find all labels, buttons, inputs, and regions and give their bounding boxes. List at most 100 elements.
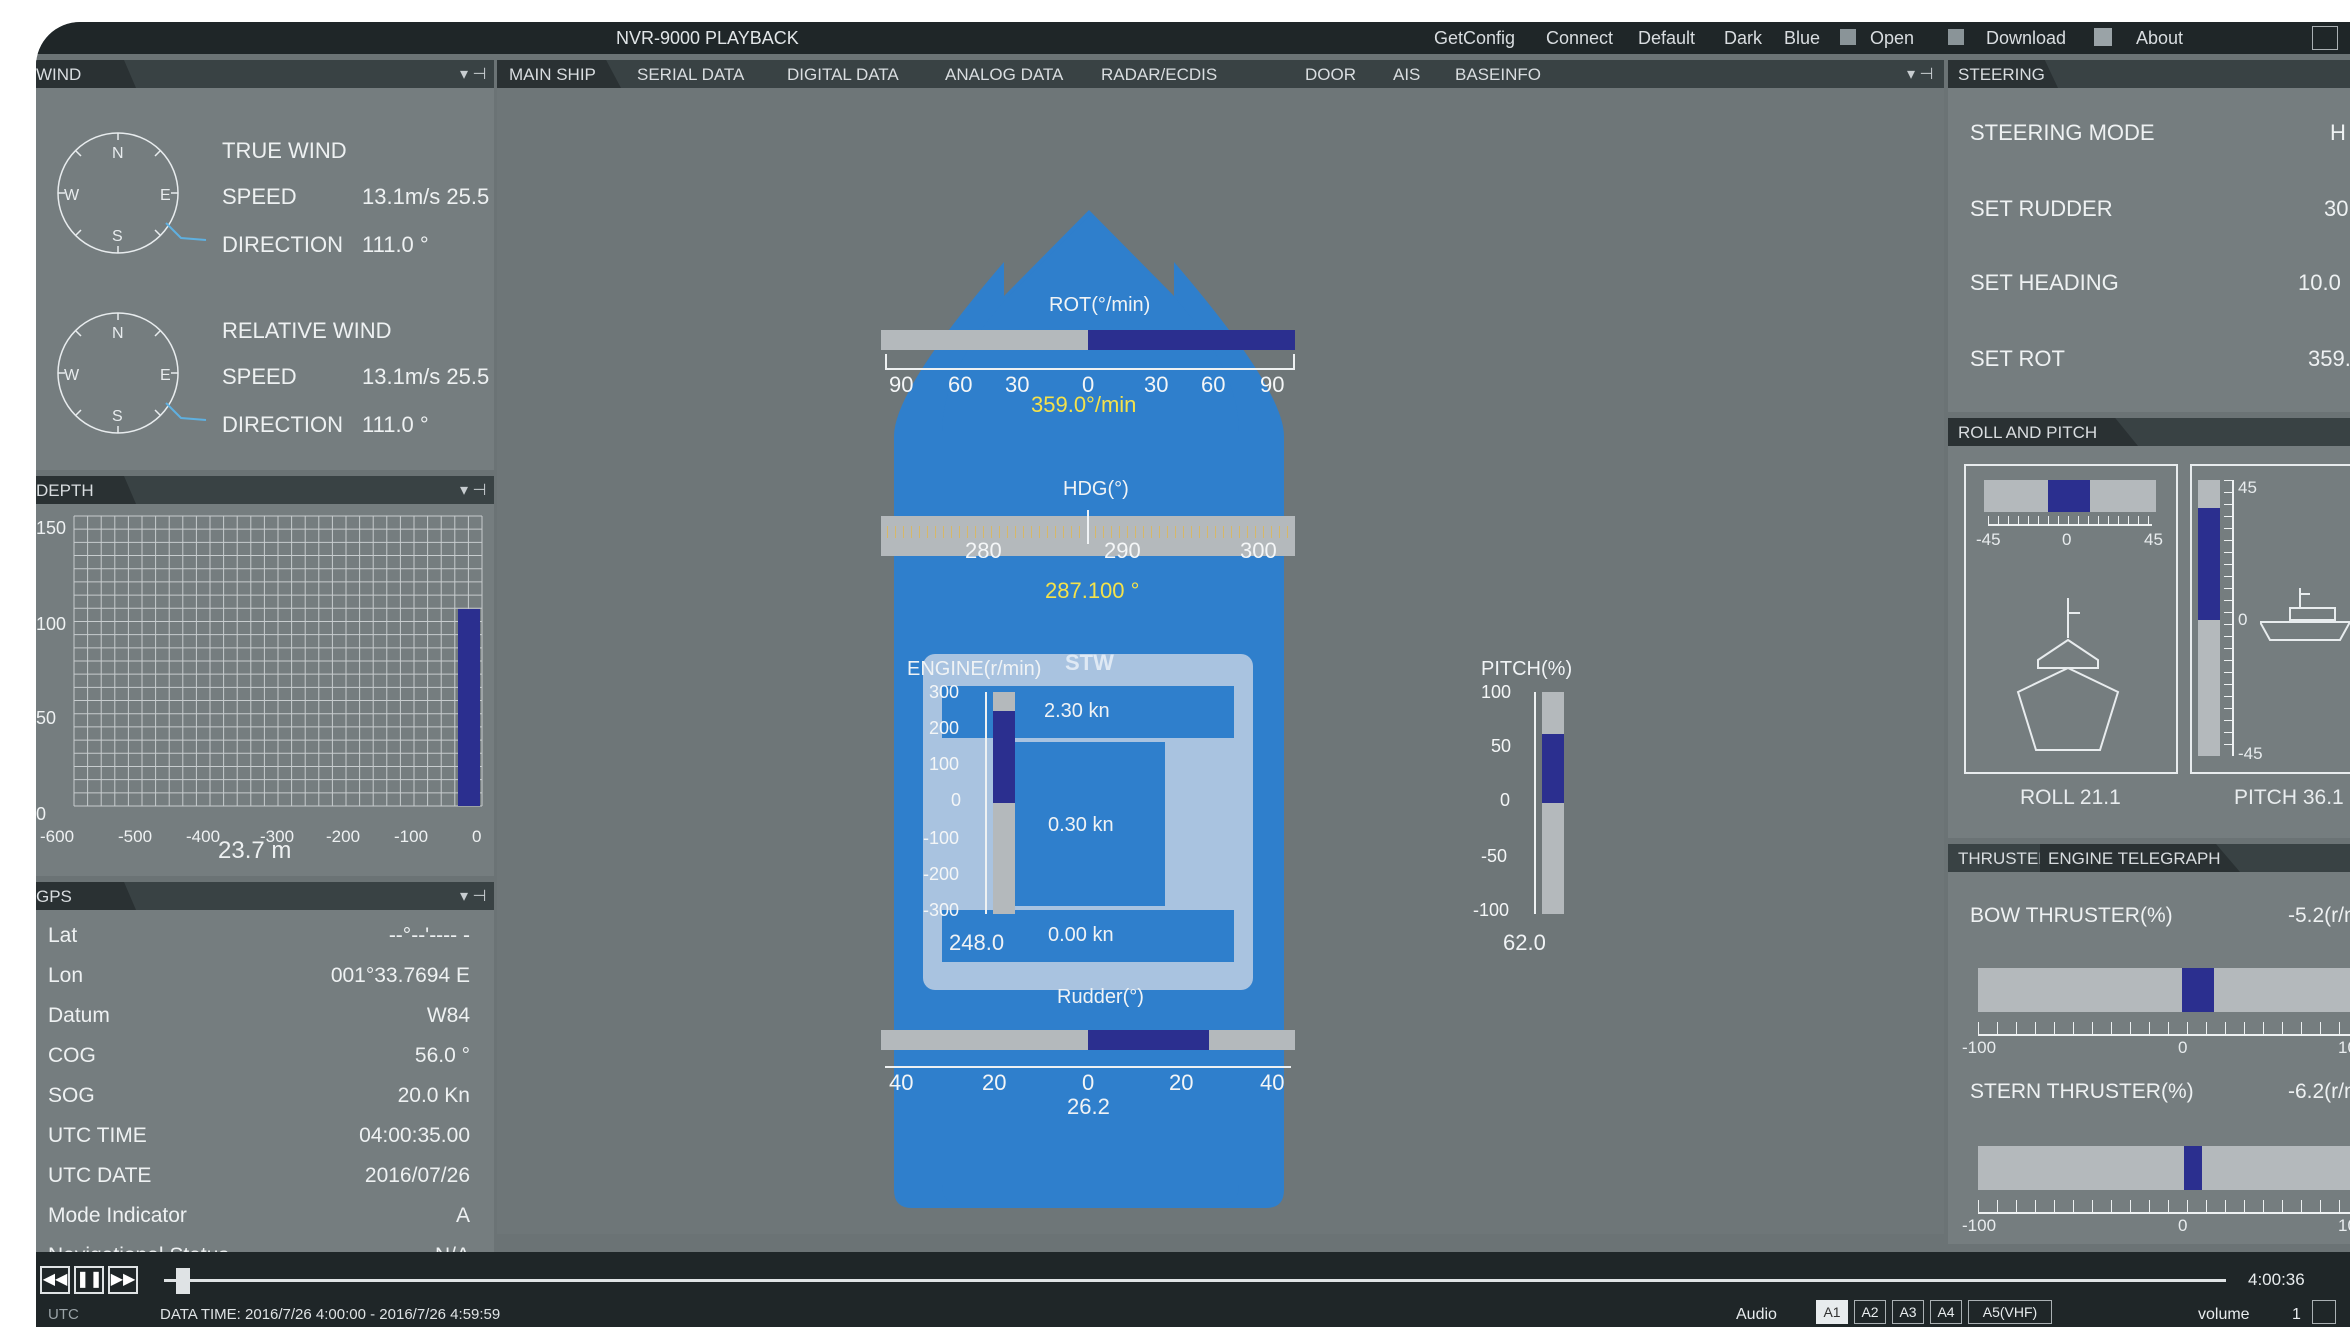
gps-row-value: 04:00:35.00 — [359, 1124, 470, 1147]
timeline-handle[interactable] — [176, 1268, 190, 1294]
gps-row-label: SOG — [48, 1084, 95, 1107]
pitch-tick: 0 — [1500, 790, 1511, 810]
pause-button[interactable]: ❚❚ — [74, 1266, 104, 1294]
engine-tick: 100 — [929, 754, 960, 774]
fast-forward-button[interactable]: ▶▶ — [108, 1266, 138, 1294]
stw-forward-value: 2.30 kn — [1044, 700, 1110, 722]
audio-channel-a1[interactable]: A1 — [1816, 1300, 1848, 1324]
depth-value: 23.7 m — [218, 837, 291, 864]
bow-thruster-tick: 10 — [2338, 1038, 2350, 1057]
relative-wind-compass: N S W E — [57, 312, 207, 434]
gps-row-label: UTC DATE — [48, 1164, 152, 1187]
pin-icon[interactable]: ▾ ⊣ — [460, 480, 486, 500]
download-icon[interactable] — [1948, 29, 1964, 45]
volume-label: volume — [2198, 1306, 2250, 1323]
rewind-button[interactable]: ◀◀ — [40, 1266, 70, 1294]
thruster-tab-label[interactable]: THRUSTER — [1958, 849, 2051, 869]
rot-tick: 60 — [948, 372, 973, 397]
gps-row: UTC TIME 04:00:35.00 — [36, 1118, 482, 1158]
compass-e: E — [160, 187, 171, 204]
app-window: NVR-9000 PLAYBACK GetConfig Connect Defa… — [36, 22, 2350, 1327]
pin-icon[interactable]: ▾ ⊣ — [460, 64, 486, 84]
thruster-panel: THRUSTER ENGINE TELEGRAPH BOW THRUSTER(%… — [1948, 844, 2350, 1244]
menu-about[interactable]: About — [2136, 28, 2183, 49]
hdg-value: 287.100 ° — [1045, 578, 1140, 603]
set-rot-label: SET ROT — [1970, 346, 2065, 371]
hdg-title: HDG(°) — [1063, 478, 1129, 500]
compass-s: S — [112, 228, 123, 245]
rot-tick: 30 — [1005, 372, 1030, 397]
relative-wind-heading: RELATIVE WIND — [222, 318, 392, 343]
engine-tick: 300 — [929, 682, 960, 702]
steering-panel: STEERING STEERING MODE H SET RUDDER 30 S… — [1948, 60, 2350, 412]
gps-row: SOG 20.0 Kn — [36, 1078, 482, 1118]
audio-channel-a2[interactable]: A2 — [1854, 1300, 1886, 1324]
bow-thruster-tick: -100 — [1962, 1038, 1997, 1057]
pitch-tick: 100 — [1481, 682, 1512, 702]
ship-side-icon — [2260, 588, 2350, 641]
true-wind-speed: 13.1m/s 25.5 — [362, 184, 490, 209]
pitch-tick: 50 — [1491, 736, 1512, 756]
gps-row: Datum W84 — [36, 998, 482, 1038]
pitch-bar-fill — [1542, 734, 1564, 803]
relative-wind-direction: 111.0 ° — [362, 412, 429, 437]
pitch-bar-fill-side — [2198, 508, 2220, 620]
relative-wind-speed: 13.1m/s 25.5 — [362, 364, 490, 389]
rot-tick: 90 — [1260, 372, 1285, 397]
roll-bar-fill — [2048, 480, 2090, 512]
menu-dark[interactable]: Dark — [1724, 28, 1762, 49]
roll-tick: 0 — [2062, 530, 2072, 549]
gps-row-label: UTC TIME — [48, 1124, 147, 1147]
help-icon[interactable] — [2094, 28, 2112, 46]
menu-connect[interactable]: Connect — [1546, 28, 1613, 49]
engine-title: ENGINE(r/min) — [907, 658, 1042, 680]
pitch-tick: 0 — [2238, 610, 2248, 629]
gps-row: COG 56.0 ° — [36, 1038, 482, 1078]
roll-pitch-title: ROLL AND PITCH — [1958, 423, 2098, 442]
playback-bar: ◀◀ ❚❚ ▶▶ 4:00:36 UTC DATA TIME: 2016/7/2… — [36, 1252, 2350, 1327]
timeline-track[interactable] — [164, 1279, 2226, 1282]
volume-stepper[interactable] — [2312, 1300, 2336, 1324]
hdg-tick: 290 — [1104, 538, 1141, 563]
folder-icon[interactable] — [1840, 29, 1856, 45]
pin-icon[interactable]: ▾ ⊣ — [460, 886, 486, 906]
pitch-title: PITCH(%) — [1481, 658, 1573, 680]
audio-channel-a4[interactable]: A4 — [1930, 1300, 1962, 1324]
depth-title: DEPTH — [36, 481, 94, 500]
audio-channel-a5-vhf[interactable]: A5(VHF) — [1968, 1300, 2052, 1324]
stern-thruster-scale — [1978, 1200, 2350, 1214]
minimize-button[interactable] — [2312, 26, 2338, 50]
stw-aft-value: 0.00 kn — [1048, 924, 1114, 946]
depth-panel: DEPTH ▾ ⊣ 150 100 50 0 -600 -500 -400 -3… — [36, 476, 494, 876]
menu-open[interactable]: Open — [1870, 28, 1914, 49]
true-wind-direction: 111.0 ° — [362, 232, 429, 257]
gps-row-value: A — [455, 1204, 470, 1227]
menu-blue[interactable]: Blue — [1784, 28, 1820, 49]
rudder-scale — [885, 1054, 1291, 1068]
audio-label: Audio — [1736, 1306, 1777, 1323]
gps-row: Mode Indicator A — [36, 1198, 482, 1238]
audio-channel-a3[interactable]: A3 — [1892, 1300, 1924, 1324]
stern-thruster-label: STERN THRUSTER(%) — [1970, 1080, 2194, 1103]
roll-value: ROLL 21.1 — [2020, 786, 2121, 809]
rudder-tick: 40 — [889, 1070, 914, 1095]
menu-default[interactable]: Default — [1638, 28, 1695, 49]
pitch-tick: 45 — [2238, 478, 2257, 497]
rot-tick: 30 — [1144, 372, 1169, 397]
menu-download[interactable]: Download — [1986, 28, 2066, 49]
set-rudder-label: SET RUDDER — [1970, 196, 2113, 221]
gps-row-label: Mode Indicator — [48, 1204, 187, 1227]
set-rot-value: 359.0 — [2308, 346, 2350, 371]
stern-thruster-track — [1978, 1146, 2350, 1190]
pitch-tick: -50 — [1481, 846, 1508, 866]
menu-getconfig[interactable]: GetConfig — [1434, 28, 1515, 49]
stern-thruster-value: -6.2(r/min — [2288, 1080, 2350, 1103]
depth-x-tick: -100 — [394, 827, 428, 846]
bow-thruster-track — [1978, 968, 2350, 1012]
depth-y-tick: 0 — [36, 804, 46, 824]
stern-thruster-tick: -100 — [1962, 1216, 1997, 1235]
engine-telegraph-tab-label[interactable]: ENGINE TELEGRAPH — [2048, 849, 2221, 869]
compass-w: W — [64, 367, 80, 384]
compass-e: E — [160, 367, 171, 384]
rudder-tick: 0 — [1082, 1070, 1095, 1095]
